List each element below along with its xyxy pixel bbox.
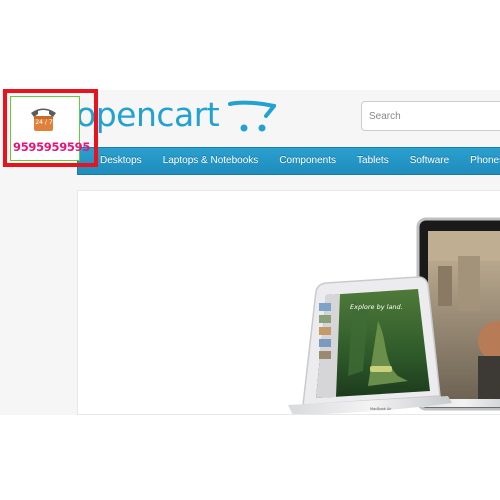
support-widget-inner: 24 / 7 9595959595 [10, 96, 90, 161]
menu-item-components[interactable]: Components [269, 148, 347, 174]
slideshow-banner[interactable]: Explore by land. MacBook Air [78, 191, 500, 415]
support-badge: 24 / 7 [35, 119, 53, 126]
top-menu: Desktops Laptops & Notebooks Components … [77, 147, 500, 175]
menu-item-software[interactable]: Software [399, 148, 459, 174]
support-phone-number[interactable]: 9595959595 [13, 140, 90, 154]
laptop-front-image: Explore by land. MacBook Air [288, 276, 452, 414]
menu-item-laptops-notebooks[interactable]: Laptops & Notebooks [152, 148, 269, 174]
cart-logo-icon [228, 100, 276, 132]
menu-item-phones-pdas[interactable]: Phones & PDAs [460, 148, 500, 174]
device-label: MacBook Air [370, 407, 392, 411]
slide-screen-title: Explore by land. [350, 303, 403, 311]
search-input[interactable] [361, 101, 500, 131]
content-card: Explore by land. MacBook Air [77, 190, 500, 415]
menu-item-tablets[interactable]: Tablets [347, 148, 400, 174]
support-widget[interactable]: 24 / 7 9595959595 [3, 89, 98, 167]
